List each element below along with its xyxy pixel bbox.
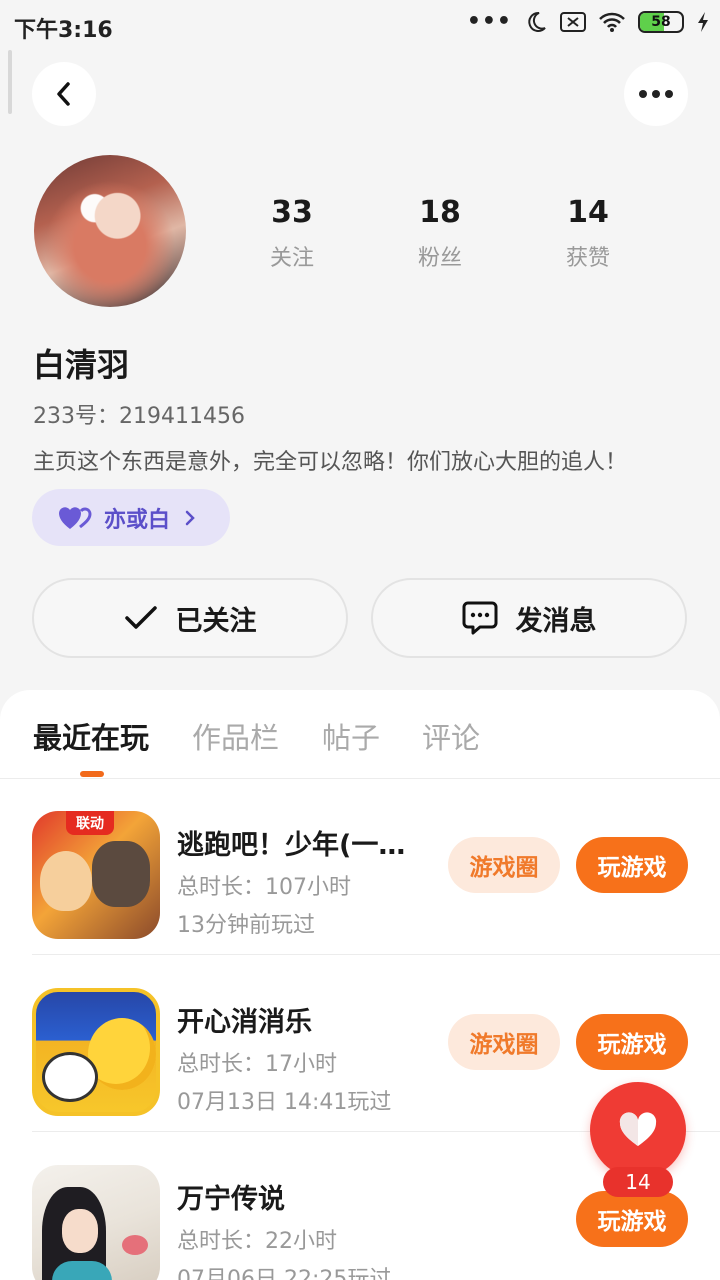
following-button-label: 已关注 xyxy=(175,605,257,637)
check-icon xyxy=(124,606,157,629)
stat-likes[interactable]: 14 获赞 xyxy=(528,195,648,272)
more-dots-icon xyxy=(639,90,673,98)
heart-icon xyxy=(619,1112,657,1146)
collab-tag: 联动 xyxy=(66,811,114,835)
more-button[interactable] xyxy=(624,62,688,126)
battery-level: 58 xyxy=(651,14,671,30)
username: 白清羽 xyxy=(33,346,130,384)
avatar[interactable] xyxy=(34,155,186,307)
chat-bubble-icon xyxy=(462,601,497,635)
battery-icon: 58 xyxy=(638,11,684,33)
chevron-right-icon xyxy=(185,510,195,525)
tab-works[interactable]: 作品栏 xyxy=(192,715,279,757)
game-row[interactable]: 联动 逃跑吧！少年(一拳超人联动) 总时长：107小时 13分钟前玩过 游戏圈 … xyxy=(0,779,720,955)
game-last-played: 07月06日 22:25玩过 xyxy=(177,1267,392,1280)
back-button[interactable] xyxy=(32,62,96,126)
game-icon[interactable]: 联动 xyxy=(32,811,160,939)
user-bio: 主页这个东西是意外，完全可以忽略！你们放心大胆的追人！ xyxy=(33,450,628,475)
play-game-button[interactable]: 玩游戏 xyxy=(576,1014,688,1070)
game-title: 万宁传说 xyxy=(177,1184,285,1215)
stat-likes-value: 14 xyxy=(567,195,609,230)
stat-fans[interactable]: 18 粉丝 xyxy=(380,195,500,272)
stat-fans-value: 18 xyxy=(419,195,461,230)
game-duration: 总时长：107小时 xyxy=(177,875,351,900)
stat-following[interactable]: 33 关注 xyxy=(232,195,352,272)
send-message-button-label: 发消息 xyxy=(515,605,597,637)
send-message-button[interactable]: 发消息 xyxy=(371,578,687,658)
heart-pair-icon xyxy=(59,506,92,529)
status-bar: 下午3:16 ••• 58 xyxy=(0,0,720,52)
like-fab-button[interactable] xyxy=(590,1082,686,1178)
game-title: 开心消消乐 xyxy=(177,1007,312,1038)
tab-indicator xyxy=(80,771,104,777)
game-icon[interactable] xyxy=(32,1165,160,1280)
row-divider xyxy=(32,954,720,955)
wifi-icon xyxy=(599,12,625,32)
tab-comments[interactable]: 评论 xyxy=(422,715,480,757)
sim-off-icon xyxy=(560,12,586,32)
stat-following-value: 33 xyxy=(271,195,313,230)
game-last-played: 07月13日 14:41玩过 xyxy=(177,1090,392,1115)
tab-recently-played[interactable]: 最近在玩 xyxy=(33,715,149,757)
stat-likes-label: 获赞 xyxy=(565,246,610,271)
following-button[interactable]: 已关注 xyxy=(32,578,348,658)
notification-dots-icon: ••• xyxy=(466,9,512,34)
tab-posts[interactable]: 帖子 xyxy=(322,715,380,757)
chevron-left-icon xyxy=(57,82,70,106)
scroll-indicator xyxy=(8,50,12,114)
user-id: 233号：219411456 xyxy=(33,404,245,429)
game-circle-button[interactable]: 游戏圈 xyxy=(448,1014,560,1070)
charging-icon xyxy=(698,12,708,32)
play-game-button[interactable]: 玩游戏 xyxy=(576,837,688,893)
stat-fans-label: 粉丝 xyxy=(417,246,462,271)
game-last-played: 13分钟前玩过 xyxy=(177,913,315,938)
guild-badge-button[interactable]: 亦或白 xyxy=(32,489,230,546)
game-duration: 总时长：22小时 xyxy=(177,1229,337,1254)
moon-icon xyxy=(528,11,546,32)
status-time: 下午3:16 xyxy=(14,18,113,43)
guild-label: 亦或白 xyxy=(104,507,171,533)
game-duration: 总时长：17小时 xyxy=(177,1052,337,1077)
status-icons: ••• 58 xyxy=(467,10,710,34)
like-count-badge: 14 xyxy=(603,1167,673,1197)
play-game-button[interactable]: 玩游戏 xyxy=(576,1191,688,1247)
game-circle-button[interactable]: 游戏圈 xyxy=(448,837,560,893)
stat-following-label: 关注 xyxy=(269,246,314,271)
game-icon[interactable] xyxy=(32,988,160,1116)
game-title: 逃跑吧！少年(一拳超人联动) xyxy=(177,830,432,861)
